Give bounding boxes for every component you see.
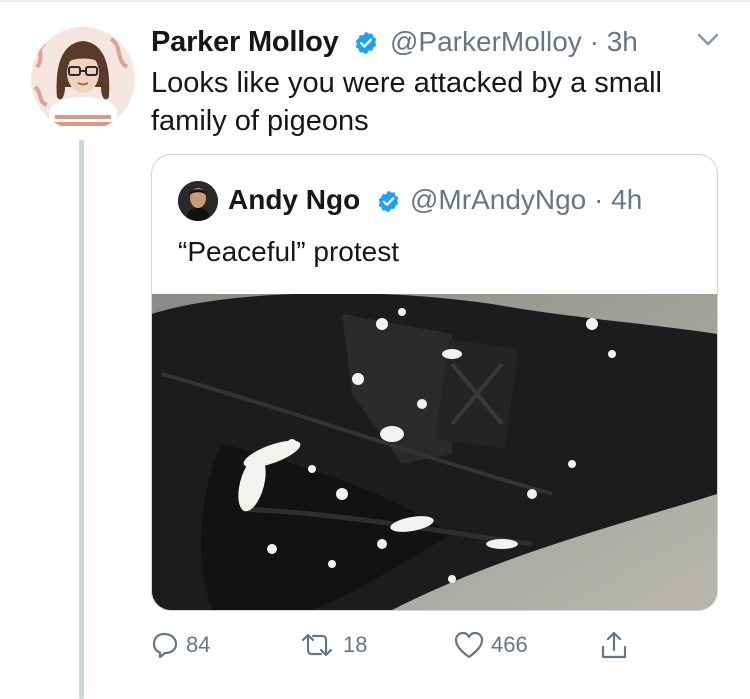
quoted-tweet-image[interactable] bbox=[152, 294, 717, 610]
author-name[interactable]: Parker Molloy bbox=[151, 25, 339, 59]
retweet-button[interactable]: 18 bbox=[297, 628, 367, 662]
timestamp[interactable]: 3h bbox=[607, 26, 638, 57]
quoted-author-avatar bbox=[178, 181, 218, 221]
author-handle[interactable]: @ParkerMolloy · 3h bbox=[390, 25, 638, 59]
handle-text: @ParkerMolloy bbox=[390, 26, 582, 57]
quoted-author-name: Andy Ngo bbox=[228, 184, 361, 215]
quoted-separator: · bbox=[594, 184, 604, 215]
author-avatar[interactable] bbox=[31, 27, 135, 131]
verified-badge-icon bbox=[378, 190, 399, 213]
reply-button[interactable]: 84 bbox=[150, 628, 210, 662]
like-count: 466 bbox=[491, 632, 528, 657]
top-divider bbox=[0, 0, 750, 2]
like-icon bbox=[454, 631, 484, 659]
quoted-timestamp: 4h bbox=[611, 184, 643, 215]
thread-line bbox=[79, 140, 84, 699]
chevron-down-icon[interactable] bbox=[694, 30, 722, 50]
quoted-tweet[interactable]: Andy Ngo @MrAndyNgo · 4h “Peaceful” prot… bbox=[151, 154, 718, 611]
share-button[interactable] bbox=[599, 628, 629, 662]
reply-count: 84 bbox=[186, 632, 211, 657]
separator: · bbox=[589, 26, 599, 57]
quoted-tweet-text: “Peaceful” protest bbox=[178, 236, 399, 267]
retweet-icon bbox=[301, 633, 333, 657]
reply-icon bbox=[152, 632, 178, 659]
like-button[interactable]: 466 bbox=[453, 628, 528, 662]
verified-badge-icon bbox=[355, 31, 377, 55]
quoted-handle-text: @MrAndyNgo bbox=[410, 184, 587, 215]
retweet-count: 18 bbox=[343, 632, 368, 657]
share-icon bbox=[601, 631, 627, 659]
tweet-text: Looks like you were attacked by a small … bbox=[151, 67, 662, 137]
quoted-author-handle: @MrAndyNgo · 4h bbox=[410, 183, 642, 217]
